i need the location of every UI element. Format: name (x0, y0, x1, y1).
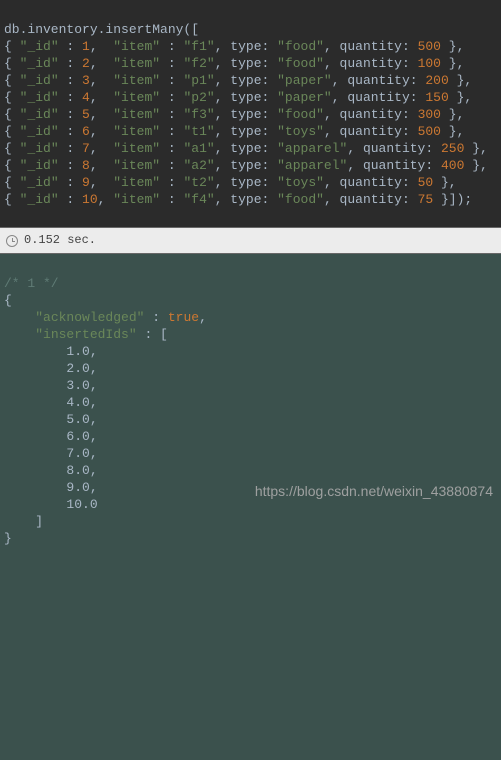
code-rows: { "_id" : 1, "item" : "f1", type: "food"… (4, 38, 497, 208)
result-body: { "acknowledged" : true, "insertedIds" :… (4, 292, 497, 547)
code-editor[interactable]: db.inventory.insertMany([ { "_id" : 1, "… (0, 0, 501, 227)
timing-text: 0.152 sec. (24, 232, 96, 249)
result-pane[interactable]: /* 1 */ { "acknowledged" : true, "insert… (0, 254, 501, 760)
result-comment: /* 1 */ (4, 276, 59, 291)
clock-icon (6, 235, 18, 247)
watermark: https://blog.csdn.net/weixin_43880874 (255, 483, 493, 500)
timing-bar: 0.152 sec. (0, 227, 501, 254)
method-call: db.inventory.insertMany([ (4, 22, 199, 37)
